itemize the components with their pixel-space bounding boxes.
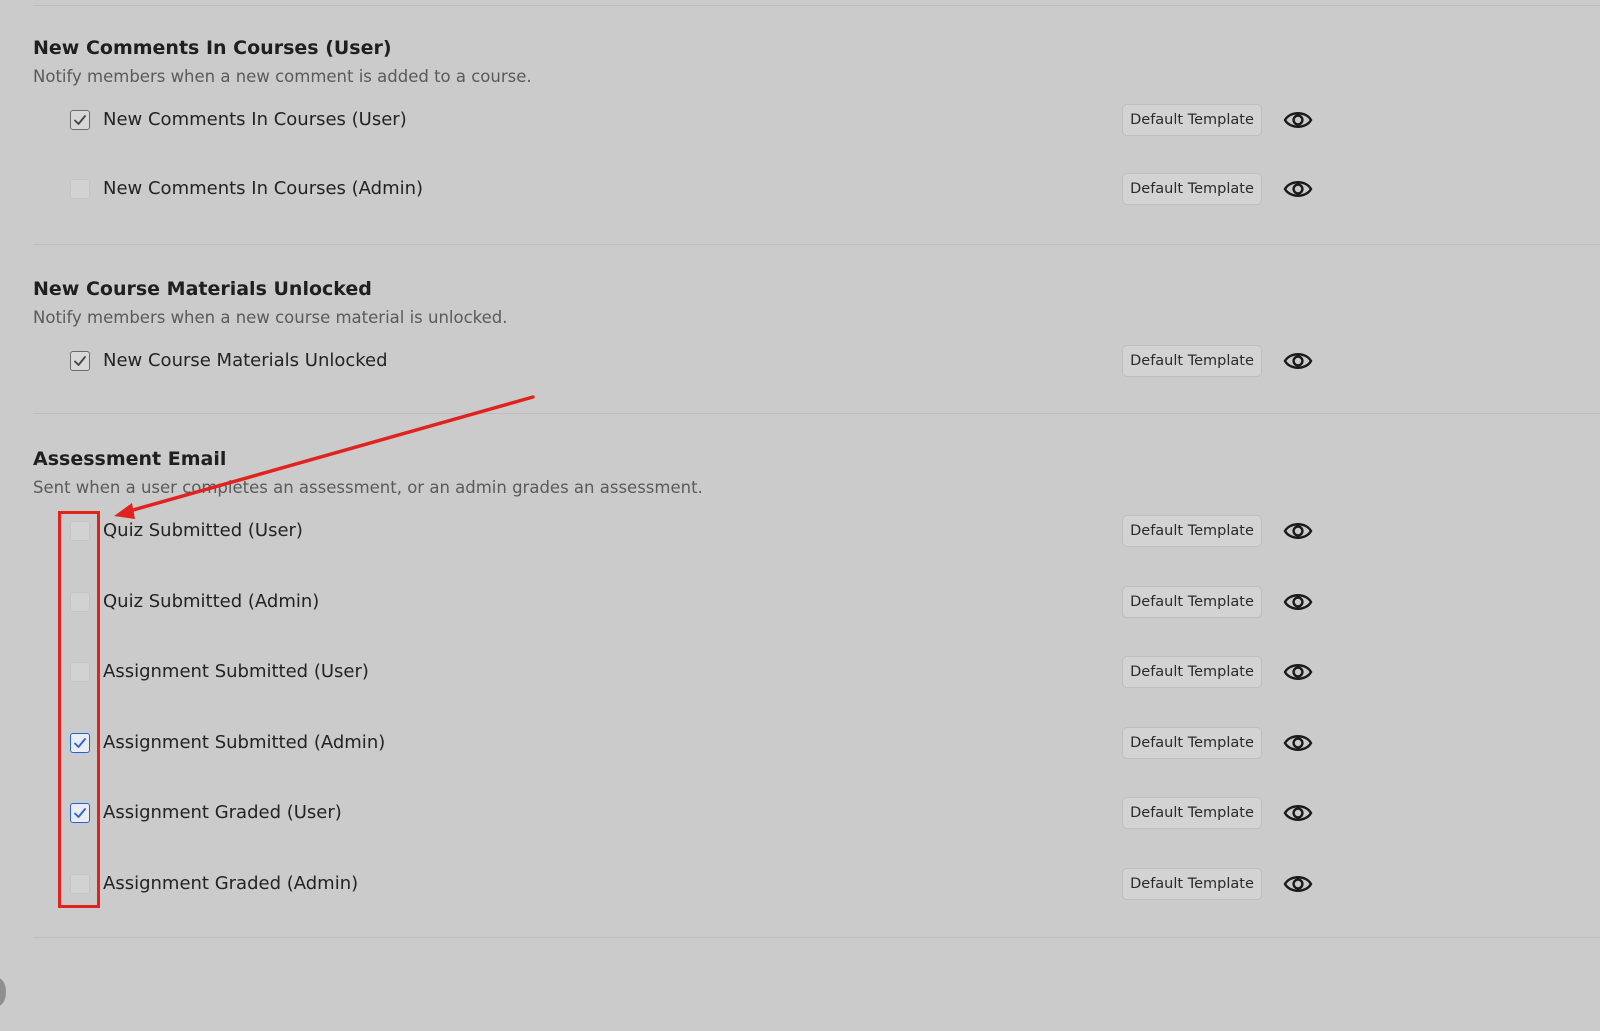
eye-icon[interactable] — [1283, 658, 1313, 686]
section-description: Notify members when a new course materia… — [33, 308, 508, 327]
enable-checkbox[interactable] — [70, 351, 90, 371]
default-template-button[interactable]: Default Template — [1122, 727, 1262, 759]
default-template-button[interactable]: Default Template — [1122, 586, 1262, 618]
check-icon — [74, 115, 86, 125]
section-title: New Comments In Courses (User) — [33, 37, 392, 59]
section-divider — [33, 244, 1600, 245]
notification-row: Assignment Submitted (User) Default Temp… — [0, 656, 1600, 690]
default-template-button[interactable]: Default Template — [1122, 345, 1262, 377]
notification-label: New Course Materials Unlocked — [103, 350, 388, 371]
default-template-button[interactable]: Default Template — [1122, 656, 1262, 688]
section-title: Assessment Email — [33, 448, 227, 470]
notification-row: New Comments In Courses (User) Default T… — [0, 104, 1600, 138]
notification-label: Assignment Submitted (Admin) — [103, 732, 386, 753]
scroll-handle[interactable] — [0, 978, 6, 1006]
section-description: Notify members when a new comment is add… — [33, 67, 532, 86]
notification-row: New Comments In Courses (Admin) Default … — [0, 173, 1600, 207]
notification-label: Assignment Submitted (User) — [103, 661, 369, 682]
check-icon — [74, 356, 86, 366]
section-description: Sent when a user completes an assessment… — [33, 478, 703, 497]
notification-row: Assignment Graded (Admin) Default Templa… — [0, 868, 1600, 902]
section-divider — [33, 413, 1600, 414]
enable-checkbox[interactable] — [70, 110, 90, 130]
eye-icon[interactable] — [1283, 799, 1313, 827]
notification-row: Assignment Submitted (Admin) Default Tem… — [0, 727, 1600, 761]
annotation-highlight-box — [58, 511, 100, 908]
default-template-button[interactable]: Default Template — [1122, 104, 1262, 136]
notification-row: New Course Materials Unlocked Default Te… — [0, 345, 1600, 379]
notification-row: Quiz Submitted (Admin) Default Template — [0, 586, 1600, 620]
notification-label: Quiz Submitted (User) — [103, 520, 303, 541]
section-title: New Course Materials Unlocked — [33, 278, 372, 300]
notification-label: Assignment Graded (Admin) — [103, 873, 359, 894]
eye-icon[interactable] — [1283, 870, 1313, 898]
notification-settings-page: New Comments In Courses (User) Notify me… — [0, 0, 1600, 1031]
eye-icon[interactable] — [1283, 588, 1313, 616]
top-divider — [33, 5, 1600, 6]
notification-row: Assignment Graded (User) Default Templat… — [0, 797, 1600, 831]
eye-icon[interactable] — [1283, 175, 1313, 203]
default-template-button[interactable]: Default Template — [1122, 797, 1262, 829]
notification-label: New Comments In Courses (User) — [103, 109, 407, 130]
default-template-button[interactable]: Default Template — [1122, 868, 1262, 900]
notification-label: Quiz Submitted (Admin) — [103, 591, 320, 612]
default-template-button[interactable]: Default Template — [1122, 515, 1262, 547]
eye-icon[interactable] — [1283, 106, 1313, 134]
default-template-button[interactable]: Default Template — [1122, 173, 1262, 205]
notification-row: Quiz Submitted (User) Default Template — [0, 515, 1600, 549]
section-divider — [33, 937, 1600, 938]
eye-icon[interactable] — [1283, 729, 1313, 757]
eye-icon[interactable] — [1283, 347, 1313, 375]
notification-label: Assignment Graded (User) — [103, 802, 342, 823]
enable-checkbox[interactable] — [70, 179, 90, 199]
notification-label: New Comments In Courses (Admin) — [103, 178, 424, 199]
eye-icon[interactable] — [1283, 517, 1313, 545]
